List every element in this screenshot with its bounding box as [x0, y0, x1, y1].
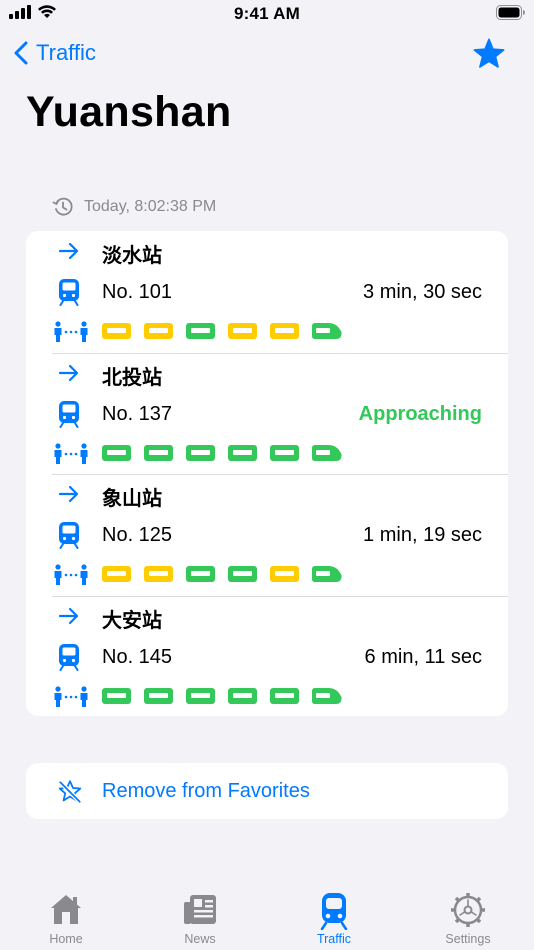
- car-occupancy-green: [312, 687, 342, 704]
- arrival-time: Approaching: [358, 402, 482, 425]
- train-arrival-item: 象山站 No. 125 1 min, 19 sec: [26, 474, 508, 596]
- tram-icon: [58, 643, 80, 676]
- car-occupancy-green: [312, 444, 342, 461]
- car-occupancy-row: [26, 319, 508, 345]
- destination-name: 象山站: [102, 488, 162, 510]
- car-occupancy-green: [144, 444, 173, 461]
- back-button-label: Traffic: [36, 40, 96, 65]
- car-occupancy-row: [26, 562, 508, 588]
- car-occupancy-list: [102, 444, 342, 461]
- chevron-left-icon: [14, 41, 28, 65]
- back-button[interactable]: Traffic: [14, 40, 96, 66]
- car-occupancy-green: [270, 687, 299, 704]
- train-row: No. 145 6 min, 11 sec: [26, 641, 508, 675]
- car-occupancy-green: [312, 566, 342, 582]
- train-number: No. 137: [102, 402, 173, 425]
- tab-home[interactable]: Home: [16, 886, 116, 950]
- tram-icon: [320, 893, 348, 930]
- train-number: No. 145: [102, 645, 173, 668]
- people-crowd-icon: [53, 685, 89, 713]
- train-row: No. 137 Approaching: [26, 398, 508, 432]
- navigation-bar: Traffic: [0, 36, 534, 76]
- destination-name: 大安站: [102, 609, 162, 632]
- train-arrival-item: 北投站 No. 137 Approaching: [26, 352, 508, 475]
- destination-name: 淡水站: [102, 245, 162, 267]
- car-occupancy-row: [26, 684, 508, 710]
- car-occupancy-green: [270, 444, 299, 461]
- tab-home-label: Home: [49, 932, 83, 946]
- arrow-right-icon: [58, 241, 80, 266]
- car-occupancy-green: [144, 687, 173, 704]
- people-crowd-icon: [53, 442, 89, 470]
- star-slash-icon: [58, 780, 82, 804]
- car-occupancy-yellow: [270, 566, 299, 582]
- remove-from-favorites-label: Remove from Favorites: [102, 780, 310, 802]
- car-occupancy-list: [102, 323, 342, 339]
- car-occupancy-row: [26, 441, 508, 467]
- tab-traffic[interactable]: Traffic: [284, 886, 384, 950]
- car-occupancy-list: [102, 687, 342, 704]
- tab-news[interactable]: News: [150, 886, 250, 950]
- last-updated-text: Today, 8:02:38 PM: [84, 198, 217, 215]
- car-occupancy-yellow: [228, 323, 257, 339]
- arrow-right-icon: [58, 606, 80, 631]
- train-row: No. 101 3 min, 30 sec: [26, 276, 508, 310]
- train-arrival-item: 淡水站 No. 101 3 min, 30 sec: [26, 231, 508, 353]
- car-occupancy-yellow: [102, 323, 131, 339]
- battery-icon: [496, 5, 526, 25]
- destination-row: 淡水站: [26, 237, 508, 267]
- people-crowd-icon: [53, 321, 89, 348]
- destination-row: 象山站: [26, 480, 508, 510]
- arrival-time: 6 min, 11 sec: [364, 645, 482, 668]
- car-occupancy-yellow: [270, 323, 299, 339]
- tab-bar: Home News Traffic Settings: [0, 886, 534, 950]
- arrival-time: 1 min, 19 sec: [363, 524, 482, 546]
- car-occupancy-green: [186, 323, 215, 339]
- car-occupancy-yellow: [144, 323, 173, 339]
- car-occupancy-green: [102, 444, 131, 461]
- status-time: 9:41 AM: [234, 4, 300, 23]
- favorite-star-button[interactable]: [472, 38, 506, 75]
- newspaper-icon: [184, 895, 216, 924]
- tram-icon: [58, 400, 80, 433]
- arrival-time: 3 min, 30 sec: [363, 281, 482, 303]
- car-occupancy-green: [228, 444, 257, 461]
- car-occupancy-green: [102, 687, 131, 704]
- arrow-right-icon: [58, 363, 80, 388]
- destination-row: 大安站: [26, 602, 508, 632]
- people-crowd-icon: [53, 564, 89, 591]
- status-bar: 9:41 AM: [0, 0, 534, 30]
- train-row: No. 125 1 min, 19 sec: [26, 519, 508, 553]
- car-occupancy-green: [186, 687, 215, 704]
- arrow-right-icon: [58, 484, 80, 509]
- gear-icon: [451, 893, 485, 927]
- car-occupancy-green: [228, 687, 257, 704]
- destination-name: 北投站: [102, 366, 162, 389]
- tab-settings[interactable]: Settings: [418, 886, 518, 950]
- house-icon: [51, 895, 81, 924]
- tab-news-label: News: [184, 932, 216, 946]
- tram-icon: [58, 521, 80, 554]
- car-occupancy-list: [102, 566, 342, 582]
- arrivals-card: 淡水站 No. 101 3 min, 30 sec 北投站 No. 137 Approac…: [26, 231, 508, 716]
- car-occupancy-green: [228, 566, 257, 582]
- destination-row: 北投站: [26, 359, 508, 389]
- car-occupancy-yellow: [144, 566, 173, 582]
- clock-history-icon: [52, 197, 73, 216]
- train-number: No. 101: [102, 281, 173, 303]
- car-occupancy-green: [186, 566, 215, 582]
- tab-settings-label: Settings: [445, 932, 491, 946]
- train-number: No. 125: [102, 524, 173, 546]
- train-arrival-item: 大安站 No. 145 6 min, 11 sec: [26, 595, 508, 717]
- car-occupancy-green: [312, 323, 342, 339]
- tab-traffic-label: Traffic: [316, 932, 352, 946]
- star-filled-icon: [473, 38, 505, 68]
- car-occupancy-green: [186, 444, 215, 461]
- remove-from-favorites-button[interactable]: Remove from Favorites: [26, 763, 508, 819]
- page-title: Yuanshan: [26, 88, 232, 136]
- last-updated: Today, 8:02:38 PM: [52, 196, 216, 218]
- tram-icon: [58, 278, 80, 311]
- car-occupancy-yellow: [102, 566, 131, 582]
